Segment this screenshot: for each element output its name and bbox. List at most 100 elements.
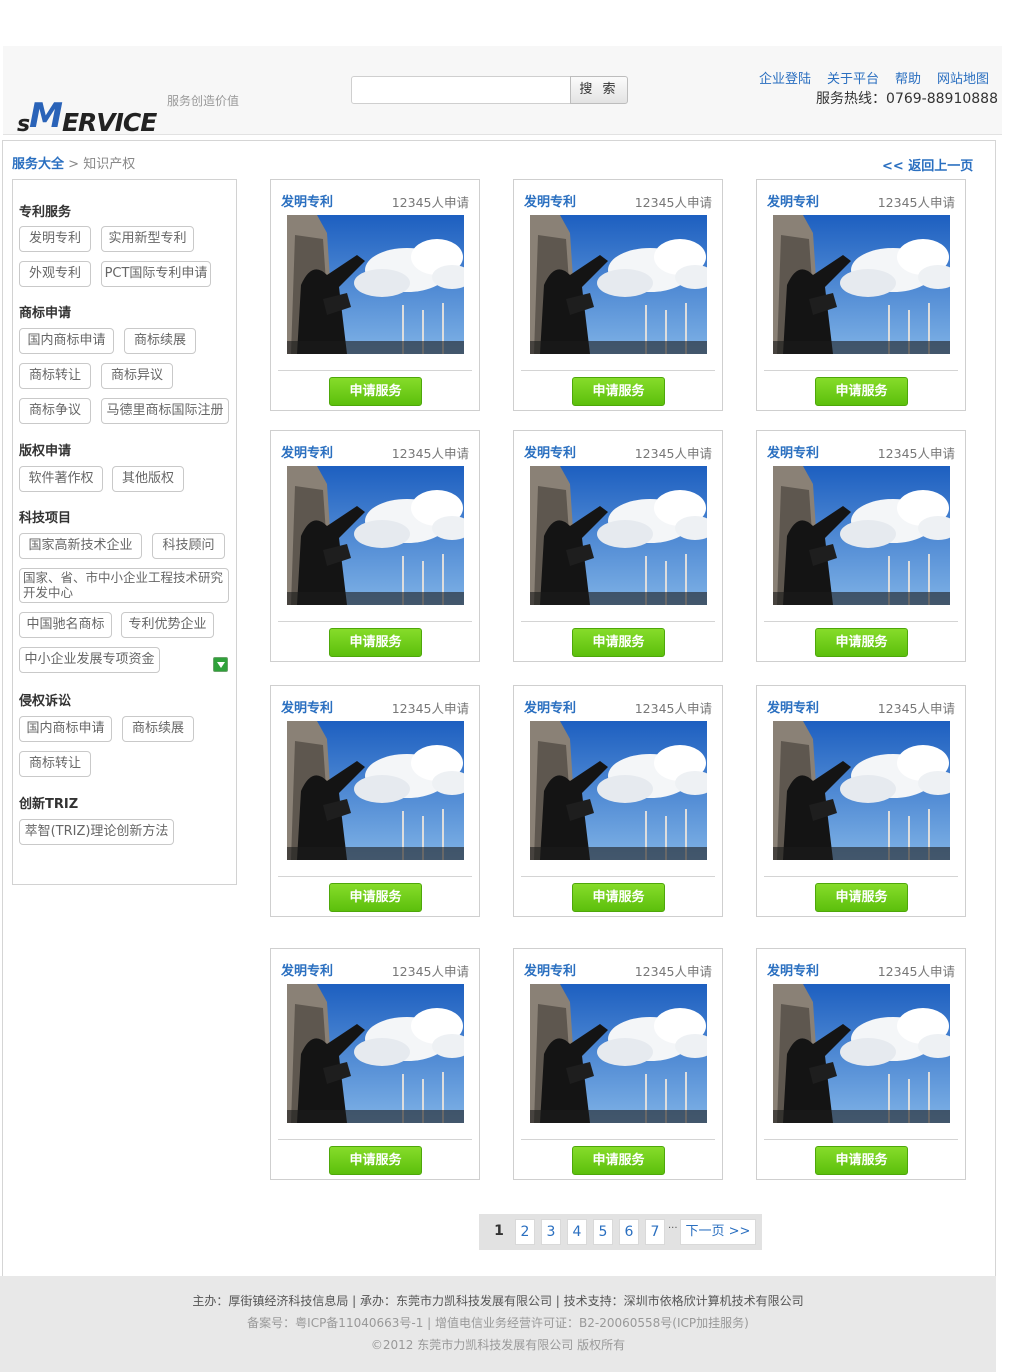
card-title[interactable]: 发明专利 bbox=[524, 697, 576, 716]
tag-item[interactable]: 商标异议 bbox=[101, 363, 173, 389]
apply-service-button[interactable]: 申请服务 bbox=[572, 1146, 665, 1175]
tag-item[interactable]: 国内商标申请 bbox=[19, 716, 112, 742]
category-title: 创新TRIZ bbox=[19, 797, 79, 812]
apply-service-button[interactable]: 申请服务 bbox=[815, 377, 908, 406]
tag-item[interactable]: 国家高新技术企业 bbox=[19, 533, 142, 559]
service-card: 发明专利 12345人申请 申请服务 bbox=[270, 948, 480, 1180]
tag-item[interactable]: 国家、省、市中小企业工程技术研究开发中心 bbox=[19, 568, 229, 603]
apply-service-button[interactable]: 申请服务 bbox=[572, 628, 665, 657]
card-image[interactable] bbox=[530, 721, 707, 860]
page-link[interactable]: 7 bbox=[645, 1219, 665, 1245]
tag-item[interactable]: 商标转让 bbox=[19, 363, 91, 389]
card-title[interactable]: 发明专利 bbox=[281, 442, 333, 461]
card-image[interactable] bbox=[530, 466, 707, 605]
apply-service-button[interactable]: 申请服务 bbox=[329, 377, 422, 406]
card-image[interactable] bbox=[773, 721, 950, 860]
apply-service-button[interactable]: 申请服务 bbox=[329, 1146, 422, 1175]
tag-item[interactable]: 国内商标申请 bbox=[19, 328, 114, 354]
card-image[interactable] bbox=[287, 466, 464, 605]
card-image[interactable] bbox=[773, 466, 950, 605]
tag-item[interactable]: 商标争议 bbox=[19, 398, 91, 424]
card-title[interactable]: 发明专利 bbox=[281, 191, 333, 210]
card-apply-count: 12345人申请 bbox=[877, 701, 955, 716]
card-image[interactable] bbox=[287, 984, 464, 1123]
service-card: 发明专利 12345人申请 申请服务 bbox=[513, 685, 723, 917]
page-link[interactable]: 5 bbox=[593, 1219, 613, 1245]
apply-service-button[interactable]: 申请服务 bbox=[815, 1146, 908, 1175]
card-image[interactable] bbox=[287, 721, 464, 860]
tag-item[interactable]: 其他版权 bbox=[112, 466, 184, 492]
service-card: 发明专利 12345人申请 申请服务 bbox=[270, 430, 480, 662]
logo-slogan: 服务创造价值 bbox=[167, 94, 240, 108]
apply-service-button[interactable]: 申请服务 bbox=[329, 628, 422, 657]
card-apply-count: 12345人申请 bbox=[391, 195, 469, 210]
card-title[interactable]: 发明专利 bbox=[281, 697, 333, 716]
card-title[interactable]: 发明专利 bbox=[524, 442, 576, 461]
service-card: 发明专利 12345人申请申请服务 bbox=[270, 179, 480, 411]
service-card: 发明专利 12345人申请 申请服务 bbox=[513, 179, 723, 411]
apply-service-button[interactable]: 申请服务 bbox=[572, 377, 665, 406]
card-divider bbox=[764, 1139, 958, 1140]
expand-down-icon[interactable] bbox=[213, 657, 228, 672]
site-footer: 主办：厚街镇经济科技信息局 | 承办：东莞市力凯科技发展有限公司 | 技术支持：… bbox=[0, 1276, 996, 1372]
card-image[interactable] bbox=[530, 984, 707, 1123]
top-nav: 企业登陆 关于平台 帮助 网站地图 bbox=[743, 68, 989, 87]
card-divider bbox=[764, 621, 958, 622]
page-link[interactable]: 6 bbox=[619, 1219, 639, 1245]
tag-item[interactable]: 萃智(TRIZ)理论创新方法 bbox=[19, 819, 174, 845]
tag-item[interactable]: 软件著作权 bbox=[19, 466, 103, 492]
search-button[interactable]: 搜 索 bbox=[570, 76, 628, 104]
footer-icp: 备案号：粤ICP备11040663号-1 | 增值电信业务经营许可证：B2-20… bbox=[247, 1316, 749, 1330]
card-title[interactable]: 发明专利 bbox=[767, 442, 819, 461]
breadcrumb-home[interactable]: 服务大全 bbox=[12, 157, 64, 172]
card-image[interactable] bbox=[773, 984, 950, 1123]
page-link[interactable]: 4 bbox=[567, 1219, 587, 1245]
tag-item[interactable]: 马德里商标国际注册 bbox=[101, 398, 229, 424]
tag-item[interactable]: 科技顾问 bbox=[152, 533, 225, 559]
card-title[interactable]: 发明专利 bbox=[767, 697, 819, 716]
footer-sponsors: 主办：厚街镇经济科技信息局 | 承办：东莞市力凯科技发展有限公司 | 技术支持：… bbox=[192, 1294, 804, 1308]
apply-service-button[interactable]: 申请服务 bbox=[329, 883, 422, 912]
tag-item[interactable]: 商标转让 bbox=[19, 751, 91, 777]
next-page-button[interactable]: 下一页 >> bbox=[680, 1219, 756, 1245]
tag-item[interactable]: 实用新型专利 bbox=[101, 226, 194, 252]
category-title: 专利服务 bbox=[19, 205, 72, 220]
card-title[interactable]: 发明专利 bbox=[524, 960, 576, 979]
breadcrumb-current: 知识产权 bbox=[83, 157, 136, 172]
tag-item[interactable]: 发明专利 bbox=[19, 226, 91, 252]
card-image[interactable] bbox=[773, 215, 950, 354]
back-link[interactable]: << 返回上一页 bbox=[882, 155, 973, 174]
service-card: 发明专利 12345人申请申请服务 bbox=[513, 430, 723, 662]
tag-item[interactable]: 中小企业发展专项资金 bbox=[19, 647, 160, 673]
site-logo[interactable]: 服务创造价值 sMERVICE bbox=[17, 68, 239, 137]
card-title[interactable]: 发明专利 bbox=[524, 191, 576, 210]
tag-item[interactable]: PCT国际专利申请 bbox=[101, 261, 211, 287]
tag-item[interactable]: 商标续展 bbox=[122, 716, 194, 742]
card-image[interactable] bbox=[530, 215, 707, 354]
card-apply-count: 12345人申请 bbox=[877, 964, 955, 979]
card-apply-count: 12345人申请 bbox=[877, 446, 955, 461]
page-link[interactable]: 3 bbox=[541, 1219, 561, 1245]
card-title[interactable]: 发明专利 bbox=[767, 191, 819, 210]
category-title: 侵权诉讼 bbox=[19, 694, 72, 709]
apply-service-button[interactable]: 申请服务 bbox=[572, 883, 665, 912]
tag-item[interactable]: 专利优势企业 bbox=[121, 612, 214, 638]
card-divider bbox=[521, 370, 715, 371]
link-company-login[interactable]: 企业登陆 bbox=[759, 72, 811, 87]
link-help[interactable]: 帮助 bbox=[895, 72, 921, 87]
link-site-map[interactable]: 网站地图 bbox=[937, 72, 989, 87]
card-title[interactable]: 发明专利 bbox=[767, 960, 819, 979]
search-input[interactable] bbox=[351, 76, 571, 104]
page-link[interactable]: 2 bbox=[515, 1219, 535, 1245]
apply-service-button[interactable]: 申请服务 bbox=[815, 628, 908, 657]
card-image[interactable] bbox=[287, 215, 464, 354]
card-title[interactable]: 发明专利 bbox=[281, 960, 333, 979]
card-divider bbox=[278, 876, 472, 877]
apply-service-button[interactable]: 申请服务 bbox=[815, 883, 908, 912]
card-apply-count: 12345人申请 bbox=[634, 446, 712, 461]
link-about-platform[interactable]: 关于平台 bbox=[827, 72, 879, 87]
card-apply-count: 12345人申请 bbox=[391, 701, 469, 716]
tag-item[interactable]: 中国驰名商标 bbox=[19, 612, 112, 638]
tag-item[interactable]: 外观专利 bbox=[19, 261, 91, 287]
tag-item[interactable]: 商标续展 bbox=[124, 328, 196, 354]
